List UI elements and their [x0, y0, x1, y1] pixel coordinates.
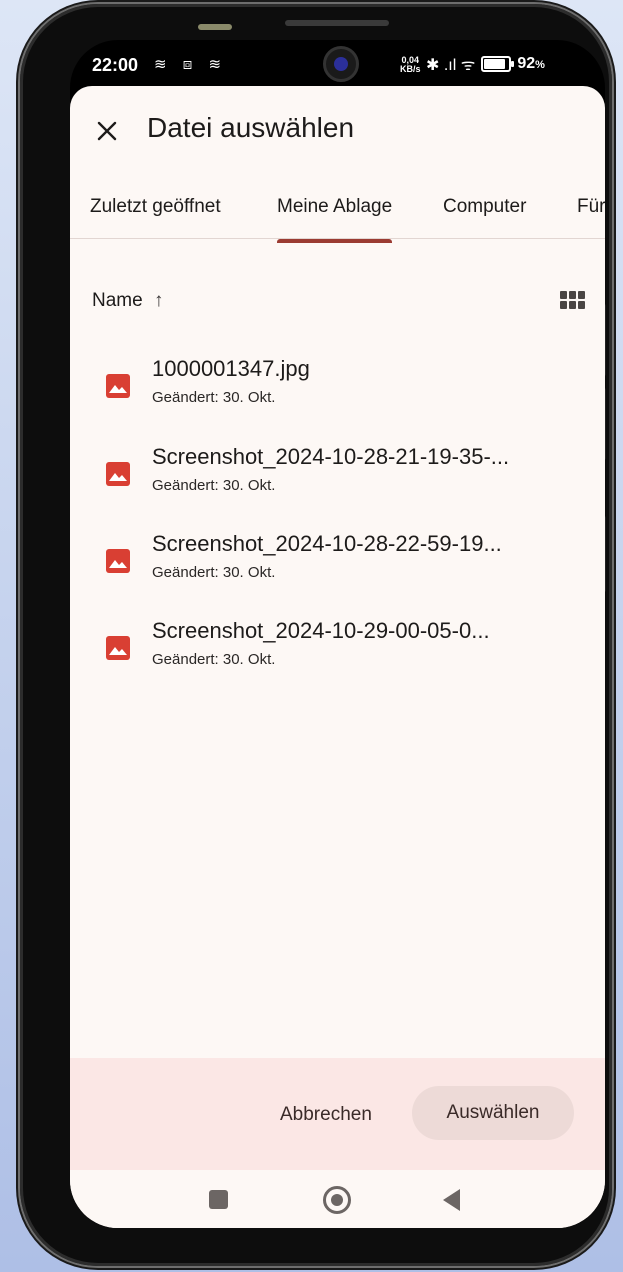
battery-percent: 92%	[517, 55, 545, 73]
network-speed: 0,04 KB/s	[400, 56, 421, 74]
home-icon[interactable]	[323, 1186, 351, 1214]
file-modified: Geändert: 30. Okt.	[152, 564, 276, 581]
notification-icons: ≋ ⧈ ≋	[154, 56, 228, 73]
grid-cell	[578, 291, 585, 299]
file-name: Screenshot_2024-10-28-22-59-19...	[152, 531, 502, 556]
file-modified: Geändert: 30. Okt.	[152, 651, 276, 668]
phone-frame: 22:00 ≋ ⧈ ≋ 0,04 KB/s ✱ .ıl ᯤ 92% Datei	[20, 4, 612, 1266]
close-icon	[97, 121, 117, 141]
select-button[interactable]: Auswählen	[412, 1086, 574, 1140]
select-button-label: Auswählen	[446, 1102, 540, 1123]
sort-row: Name ↑	[70, 286, 605, 326]
image-icon	[106, 636, 130, 660]
status-right-icons: ✱ .ıl ᯤ 92%	[426, 53, 545, 75]
tab-bar: Zuletzt geöffnet Meine Ablage Computer F…	[70, 186, 605, 243]
speaker-slot	[198, 24, 232, 30]
list-item[interactable]: 1000001347.jpg Geändert: 30. Okt.	[70, 348, 605, 428]
file-picker-sheet: Datei auswählen Zuletzt geöffnet Meine A…	[70, 86, 605, 1228]
status-bar: 22:00 ≋ ⧈ ≋ 0,04 KB/s ✱ .ıl ᯤ 92%	[70, 40, 605, 88]
grid-cell	[560, 291, 567, 299]
file-name: 1000001347.jpg	[152, 356, 310, 381]
sort-ascending-icon[interactable]: ↑	[154, 290, 164, 312]
picker-header: Datei auswählen	[70, 86, 605, 172]
grid-cell	[569, 291, 576, 299]
battery-icon	[481, 56, 515, 72]
grid-view-icon[interactable]	[560, 291, 586, 311]
sort-by-name-button[interactable]: Name	[92, 290, 143, 312]
network-speed-unit: KB/s	[400, 64, 421, 74]
cancel-button[interactable]: Abbrechen	[266, 1098, 386, 1132]
back-icon[interactable]	[443, 1189, 460, 1211]
list-item[interactable]: Screenshot_2024-10-28-22-59-19... Geände…	[70, 523, 605, 603]
tab-my-drive[interactable]: Meine Ablage	[277, 196, 393, 243]
status-time: 22:00	[92, 55, 139, 75]
close-button[interactable]	[92, 116, 122, 146]
action-footer: Abbrechen Auswählen	[70, 1058, 605, 1170]
battery-percent-value: 92	[517, 55, 536, 72]
image-icon	[106, 374, 130, 398]
recents-icon[interactable]	[209, 1190, 228, 1209]
page-title: Datei auswählen	[147, 112, 355, 143]
grid-cell	[569, 301, 576, 309]
image-icon	[106, 549, 130, 573]
file-name: Screenshot_2024-10-29-00-05-0...	[152, 618, 490, 643]
tab-shared[interactable]: Für	[577, 196, 605, 218]
grid-cell	[578, 301, 585, 309]
grid-cell	[560, 301, 567, 309]
connectivity-icons: ✱ .ıl ᯤ	[426, 57, 476, 74]
file-modified: Geändert: 30. Okt.	[152, 477, 276, 494]
battery-percent-suffix: %	[535, 59, 545, 71]
system-nav-bar	[70, 1170, 605, 1228]
tab-computer[interactable]: Computer	[443, 196, 526, 218]
front-camera	[323, 46, 359, 82]
image-icon	[106, 462, 130, 486]
file-modified: Geändert: 30. Okt.	[152, 389, 276, 406]
earpiece-slot	[285, 20, 389, 26]
list-item[interactable]: Screenshot_2024-10-29-00-05-0... Geänder…	[70, 610, 605, 690]
list-item[interactable]: Screenshot_2024-10-28-21-19-35-... Geänd…	[70, 436, 605, 516]
tab-recent[interactable]: Zuletzt geöffnet	[90, 196, 221, 218]
file-name: Screenshot_2024-10-28-21-19-35-...	[152, 444, 510, 469]
screen: 22:00 ≋ ⧈ ≋ 0,04 KB/s ✱ .ıl ᯤ 92% Datei	[70, 40, 605, 1228]
